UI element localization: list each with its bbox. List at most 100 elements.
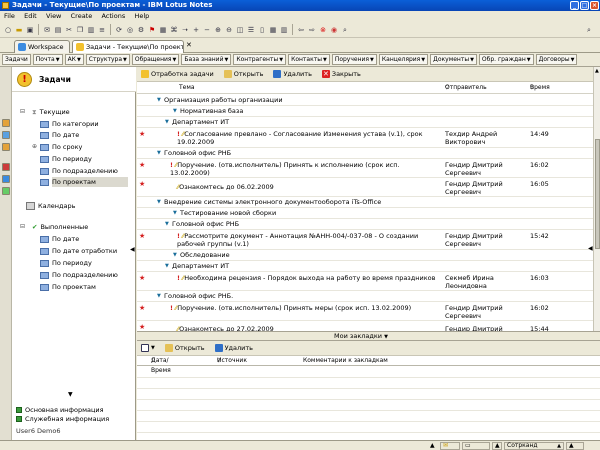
twistie-icon[interactable]: ▼ — [165, 220, 169, 228]
bookmarks-splitter[interactable]: Мои закладки ▼ — [137, 331, 600, 341]
mail-bookmark-icon[interactable] — [2, 119, 10, 127]
forward-icon[interactable]: ⇨ — [307, 25, 317, 35]
menu-edit[interactable]: Edit — [20, 12, 40, 20]
bookmark-office[interactable]: Канцелярия▼ — [378, 54, 429, 65]
search-icon[interactable]: ⌕ — [584, 25, 594, 35]
category-row[interactable]: ▼ Головной офис РНБ. — [137, 292, 593, 302]
nav-item-by-projects[interactable]: По проектам — [40, 177, 128, 187]
nav-done-folder[interactable]: ⊟ ✔ Выполненные — [20, 222, 88, 232]
calendar-bookmark-icon[interactable] — [2, 131, 10, 139]
dial-icon[interactable]: ◎ — [125, 25, 135, 35]
nav-done-by-projects[interactable]: По проектам — [40, 282, 96, 292]
category-row[interactable]: ▼ Департамент ИТ — [137, 262, 593, 272]
flag-icon[interactable]: ⚑ — [147, 25, 157, 35]
bookmark-requests[interactable]: Обращения▼ — [131, 54, 180, 65]
twistie-icon[interactable]: ▼ — [157, 96, 161, 104]
nav-calendar[interactable]: Календарь — [26, 201, 75, 211]
category-row[interactable]: ▼ Внедрение системы электронного документ… — [137, 198, 593, 208]
task-row[interactable]: ★ ⁄⁄Ознакомтесь до 06.02.2009 Гендир Дми… — [137, 179, 593, 197]
status-up-box[interactable]: ▲ — [492, 442, 502, 450]
scrollbar-thumb[interactable] — [595, 139, 600, 249]
plus-icon[interactable]: + — [191, 25, 201, 35]
process-task-button[interactable]: Отработка задачи — [141, 70, 214, 78]
collapse-icon[interactable]: ⊖ — [224, 25, 234, 35]
nav-done-by-period[interactable]: По периоду — [40, 258, 92, 268]
nav-item-by-department[interactable]: По подразделению — [40, 166, 118, 176]
bookmark-orders[interactable]: Поручения▼ — [331, 54, 377, 65]
status-connection-box[interactable]: ▭ — [462, 442, 490, 450]
twistie-icon[interactable]: ▼ — [165, 262, 169, 270]
status-office-box[interactable]: ▲ — [566, 442, 584, 450]
arrow-icon[interactable]: ➝ — [180, 25, 190, 35]
category-row[interactable]: ▼ Нормативная база — [137, 107, 593, 117]
menu-actions[interactable]: Actions — [97, 12, 128, 20]
nav-done-by-processing-date[interactable]: По дате отработки — [40, 246, 117, 256]
folder-icon[interactable]: ▬ — [14, 25, 24, 35]
twistie-icon[interactable]: ▼ — [165, 118, 169, 126]
collapse-icon[interactable]: ⊟ — [20, 222, 25, 232]
home-icon[interactable]: ◉ — [329, 25, 339, 35]
status-mail-box[interactable]: ✉ — [440, 442, 460, 450]
menu-create[interactable]: Create — [67, 12, 96, 20]
close-window-button[interactable]: × — [590, 1, 599, 10]
scroll-down-arrow-icon[interactable]: ▼ — [68, 391, 73, 398]
settings-icon[interactable]: ⚙ — [136, 25, 146, 35]
task-row[interactable]: ★ ! ⁄⁄Поручение. (отв.исполнитель) Приня… — [137, 160, 593, 178]
bookmark-knowledge-base[interactable]: База знаний▼ — [181, 54, 232, 65]
refresh-icon[interactable]: ⟳ — [114, 25, 124, 35]
tab-tasks[interactable]: Задачи - Текущие\По проекта... — [72, 40, 184, 53]
nav-item-by-due[interactable]: ⊕ По сроку — [32, 142, 82, 152]
book-icon[interactable]: ▦ — [158, 25, 168, 35]
menu-view[interactable]: View — [42, 12, 64, 20]
category-row[interactable]: ▼ Обследование — [137, 251, 593, 261]
web-search-icon[interactable]: ⌕ — [340, 25, 350, 35]
task-row[interactable]: ★ ! ⁄⁄Необходима рецензия - Порядок выхо… — [137, 273, 593, 291]
column-subject[interactable]: Тема — [179, 83, 195, 93]
print-icon[interactable]: ▤ — [53, 25, 63, 35]
menu-help[interactable]: Help — [130, 12, 152, 20]
category-row[interactable]: ▼ Головной офис РНБ — [137, 149, 593, 159]
twistie-icon[interactable]: ▼ — [157, 149, 161, 157]
save-icon[interactable]: ▣ — [25, 25, 35, 35]
category-row[interactable]: ▼ Головной офис РНБ — [137, 220, 593, 230]
open-button[interactable]: Открыть — [223, 70, 263, 78]
collapse-nav-arrow-icon[interactable]: ◀ — [130, 246, 135, 253]
twistie-icon[interactable]: ▼ — [173, 209, 177, 217]
minimize-button[interactable]: _ — [570, 1, 579, 10]
bookmark-delete-button[interactable]: Удалить — [214, 344, 253, 352]
menu-file[interactable]: File — [0, 12, 18, 20]
category-row[interactable]: ▼ Тестирование новой сборки — [137, 209, 593, 219]
close-tab-icon[interactable]: ✕ — [186, 41, 192, 49]
category-row[interactable]: ▼ Департамент ИТ — [137, 118, 593, 128]
list-icon[interactable]: ☰ — [246, 25, 256, 35]
cut-icon[interactable]: ✂ — [64, 25, 74, 35]
view-icon[interactable]: ◫ — [235, 25, 245, 35]
bookmark-structure[interactable]: Структура▼ — [85, 54, 130, 65]
twistie-icon[interactable]: ▼ — [157, 292, 161, 300]
bookmark-ak[interactable]: АК▼ — [64, 54, 84, 65]
stack-icon[interactable]: ▥ — [279, 25, 289, 35]
stop-icon[interactable]: ⊗ — [318, 25, 328, 35]
back-icon[interactable]: ⇦ — [296, 25, 306, 35]
twistie-icon[interactable]: ▼ — [173, 251, 177, 259]
bookmark-documents[interactable]: Документы▼ — [430, 54, 477, 65]
bookmark-contracts[interactable]: Договоры▼ — [535, 54, 578, 65]
doc-icon[interactable]: ▯ — [257, 25, 267, 35]
task-row[interactable]: ★ ! ⁄⁄Поручение. (отв.исполнитель) Приня… — [137, 303, 593, 321]
bookmark-open-button[interactable]: Открыть — [164, 344, 205, 352]
task-row[interactable]: ★ ! ⁄⁄Рассмотрите документ - Аннотация №… — [137, 231, 593, 250]
nav-service-info[interactable]: Служебная информация — [16, 415, 109, 424]
bookmark-citizen-requests[interactable]: Обр. граждан▼ — [478, 54, 534, 65]
expand-icon[interactable]: ⊕ — [213, 25, 223, 35]
location-selector[interactable]: Сотрканд ▲ — [504, 442, 564, 450]
grid-icon[interactable]: ▦ — [268, 25, 278, 35]
bookmark-mail[interactable]: Почта▼ — [32, 54, 63, 65]
scroll-up-arrow-icon[interactable]: ▲ — [595, 68, 599, 74]
maximize-button[interactable]: □ — [580, 1, 589, 10]
replication-bookmark-icon[interactable] — [2, 175, 10, 183]
contacts-bookmark-icon[interactable] — [2, 143, 10, 151]
task-row[interactable]: ★ ! ⁄⁄Согласование превлано - Согласован… — [137, 129, 593, 148]
nav-done-by-department[interactable]: По подразделению — [40, 270, 118, 280]
paste-icon[interactable]: ▥ — [86, 25, 96, 35]
copy-icon[interactable]: ❐ — [75, 25, 85, 35]
